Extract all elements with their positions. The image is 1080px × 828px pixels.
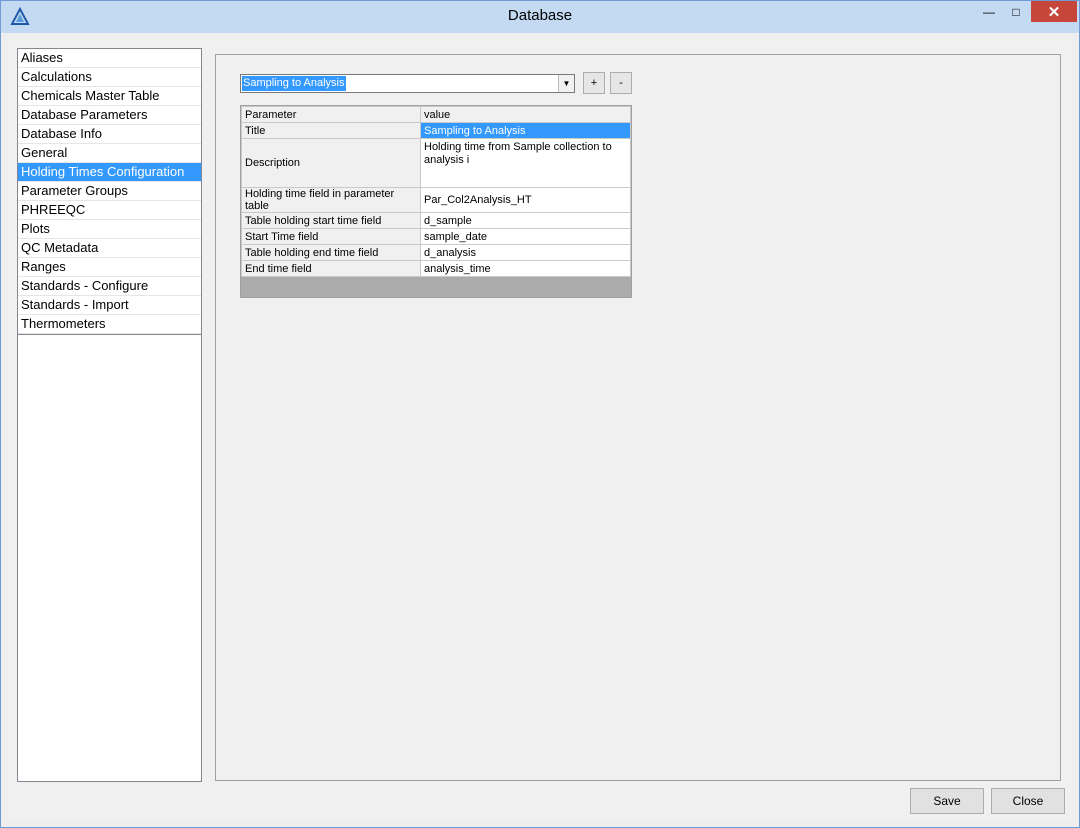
- value-cell[interactable]: d_sample: [420, 212, 631, 229]
- grid-header-row: Parameter value: [241, 106, 631, 123]
- holding-time-select-value: Sampling to Analysis: [242, 76, 346, 91]
- nav-item-thermometers[interactable]: Thermometers: [18, 315, 201, 334]
- nav-item-ranges[interactable]: Ranges: [18, 258, 201, 277]
- nav-item-qc-metadata[interactable]: QC Metadata: [18, 239, 201, 258]
- table-row: Description Holding time from Sample col…: [241, 138, 631, 188]
- client-area: Aliases Calculations Chemicals Master Ta…: [8, 33, 1072, 821]
- close-button[interactable]: Close: [991, 788, 1065, 814]
- nav-item-holding-times-configuration[interactable]: Holding Times Configuration: [18, 163, 201, 182]
- value-cell[interactable]: Par_Col2Analysis_HT: [420, 187, 631, 213]
- nav-items: Aliases Calculations Chemicals Master Ta…: [18, 49, 201, 335]
- parameter-cell: Table holding start time field: [241, 212, 421, 229]
- table-row: Table holding start time field d_sample: [241, 212, 631, 229]
- settings-nav-list[interactable]: Aliases Calculations Chemicals Master Ta…: [17, 48, 202, 782]
- add-config-button[interactable]: +: [583, 72, 605, 94]
- nav-item-aliases[interactable]: Aliases: [18, 49, 201, 68]
- title-bar[interactable]: Database — □ ✕: [1, 1, 1079, 33]
- minimize-button[interactable]: —: [975, 1, 1003, 22]
- close-window-button[interactable]: ✕: [1031, 1, 1077, 22]
- nav-item-calculations[interactable]: Calculations: [18, 68, 201, 87]
- parameter-cell: Holding time field in parameter table: [241, 187, 421, 213]
- nav-item-general[interactable]: General: [18, 144, 201, 163]
- column-header-value: value: [420, 106, 631, 123]
- value-cell[interactable]: analysis_time: [420, 260, 631, 277]
- property-grid: Parameter value Title Sampling to Analys…: [240, 105, 632, 298]
- save-button[interactable]: Save: [910, 788, 984, 814]
- parameter-cell: Start Time field: [241, 228, 421, 245]
- value-cell[interactable]: Sampling to Analysis: [420, 122, 631, 139]
- nav-item-parameter-groups[interactable]: Parameter Groups: [18, 182, 201, 201]
- column-header-parameter: Parameter: [241, 106, 421, 123]
- nav-item-standards-import[interactable]: Standards - Import: [18, 296, 201, 315]
- holding-time-select[interactable]: Sampling to Analysis ▼: [240, 74, 575, 93]
- nav-item-chemicals-master-table[interactable]: Chemicals Master Table: [18, 87, 201, 106]
- parameter-cell: Table holding end time field: [241, 244, 421, 261]
- holding-times-panel: Sampling to Analysis ▼ + - Parameter val…: [215, 54, 1061, 781]
- remove-config-button[interactable]: -: [610, 72, 632, 94]
- window-title: Database: [507, 7, 573, 24]
- nav-item-plots[interactable]: Plots: [18, 220, 201, 239]
- table-row: End time field analysis_time: [241, 260, 631, 277]
- property-table: Parameter value Title Sampling to Analys…: [241, 106, 631, 277]
- parameter-cell: Title: [241, 122, 421, 139]
- maximize-button[interactable]: □: [1002, 1, 1030, 22]
- parameter-cell: End time field: [241, 260, 421, 277]
- table-row: Holding time field in parameter table Pa…: [241, 187, 631, 213]
- table-row: Table holding end time field d_analysis: [241, 244, 631, 261]
- parameter-cell: Description: [241, 138, 421, 188]
- nav-item-standards-configure[interactable]: Standards - Configure: [18, 277, 201, 296]
- table-row: Start Time field sample_date: [241, 228, 631, 245]
- nav-item-phreeqc[interactable]: PHREEQC: [18, 201, 201, 220]
- value-cell[interactable]: Holding time from Sample collection to a…: [420, 138, 631, 188]
- nav-item-database-info[interactable]: Database Info: [18, 125, 201, 144]
- database-window: Database — □ ✕ Aliases Calculations Chem…: [0, 0, 1080, 828]
- value-cell[interactable]: sample_date: [420, 228, 631, 245]
- value-cell[interactable]: d_analysis: [420, 244, 631, 261]
- table-row: Title Sampling to Analysis: [241, 122, 631, 139]
- nav-item-database-parameters[interactable]: Database Parameters: [18, 106, 201, 125]
- chevron-down-icon[interactable]: ▼: [558, 75, 574, 92]
